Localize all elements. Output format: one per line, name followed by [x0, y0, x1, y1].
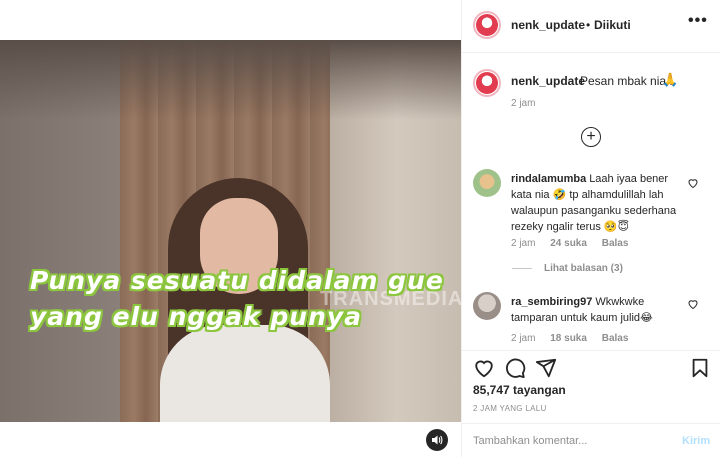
- comment-time: 2 jam: [511, 333, 536, 344]
- commenter-avatar[interactable]: [473, 292, 501, 320]
- header-username[interactable]: nenk_update: [511, 18, 585, 32]
- heart-icon[interactable]: [473, 357, 495, 379]
- avatar-image: [476, 14, 498, 36]
- load-more-comments-button[interactable]: +: [581, 127, 601, 147]
- post-side-panel: nenk_update • Diikuti ••• nenk_update Pe…: [461, 0, 720, 457]
- view-replies-label: Lihat balasan (3): [544, 263, 623, 274]
- speaker-icon: [432, 435, 443, 445]
- replies-divider: [512, 268, 532, 269]
- comment-meta: 2 jam 18 suka Balas: [511, 333, 640, 344]
- video-subtitle-line-1: Punya sesuatu didalam gue: [30, 266, 444, 295]
- comment-time: 2 jam: [511, 238, 536, 249]
- caption-time: 2 jam: [511, 98, 536, 109]
- avatar-image: [476, 72, 498, 94]
- video-shadow: [0, 40, 461, 120]
- view-count[interactable]: 85,747 tayangan: [473, 383, 566, 397]
- comment-icon[interactable]: [504, 357, 526, 379]
- post-comment-button[interactable]: Kirim: [682, 435, 710, 447]
- comment-username[interactable]: rindalamumba: [511, 173, 586, 185]
- comment-username[interactable]: ra_sembiring97: [511, 296, 592, 308]
- media-pane: TRANSMEDIA Punya sesuatu didalam gue yan…: [0, 0, 461, 457]
- comment-body: ra_sembiring97 Wkwkwke tamparan untuk kau…: [511, 294, 689, 326]
- comment-body: rindalamumba Laah iyaa bener kata nia 🤣 t…: [511, 171, 689, 235]
- post-timestamp: 2 JAM YANG LALU: [473, 404, 547, 413]
- comment-input[interactable]: [473, 432, 663, 450]
- bookmark-icon[interactable]: [689, 357, 711, 379]
- view-replies-button[interactable]: Lihat balasan (3): [512, 263, 623, 274]
- like-comment-heart-icon[interactable]: [687, 298, 699, 310]
- post-actions: 85,747 tayangan 2 JAM YANG LALU: [462, 350, 720, 430]
- caption-username[interactable]: nenk_update: [511, 74, 585, 88]
- add-comment-bar: Kirim: [462, 423, 720, 457]
- video-subtitle-line-2: yang elu nggak punya: [30, 302, 363, 331]
- pray-emoji-icon: 🙏: [662, 72, 679, 87]
- more-options-icon[interactable]: •••: [688, 12, 708, 30]
- caption-avatar[interactable]: [473, 69, 501, 97]
- share-icon[interactable]: [535, 357, 557, 379]
- like-comment-heart-icon[interactable]: [687, 177, 699, 189]
- video-player[interactable]: TRANSMEDIA Punya sesuatu didalam gue yan…: [0, 40, 461, 422]
- reply-button[interactable]: Balas: [602, 333, 629, 344]
- comment-likes[interactable]: 24 suka: [550, 238, 587, 249]
- separator-dot: •: [586, 18, 591, 32]
- reply-button[interactable]: Balas: [602, 238, 629, 249]
- comment-likes[interactable]: 18 suka: [550, 333, 587, 344]
- comment-meta: 2 jam 24 suka Balas: [511, 238, 640, 249]
- avatar[interactable]: [473, 11, 501, 39]
- person-shirt: [160, 325, 330, 422]
- commenter-avatar[interactable]: [473, 169, 501, 197]
- post-header: nenk_update • Diikuti •••: [462, 0, 720, 53]
- audio-toggle-button[interactable]: [426, 429, 448, 451]
- follow-status-button[interactable]: Diikuti: [594, 18, 631, 32]
